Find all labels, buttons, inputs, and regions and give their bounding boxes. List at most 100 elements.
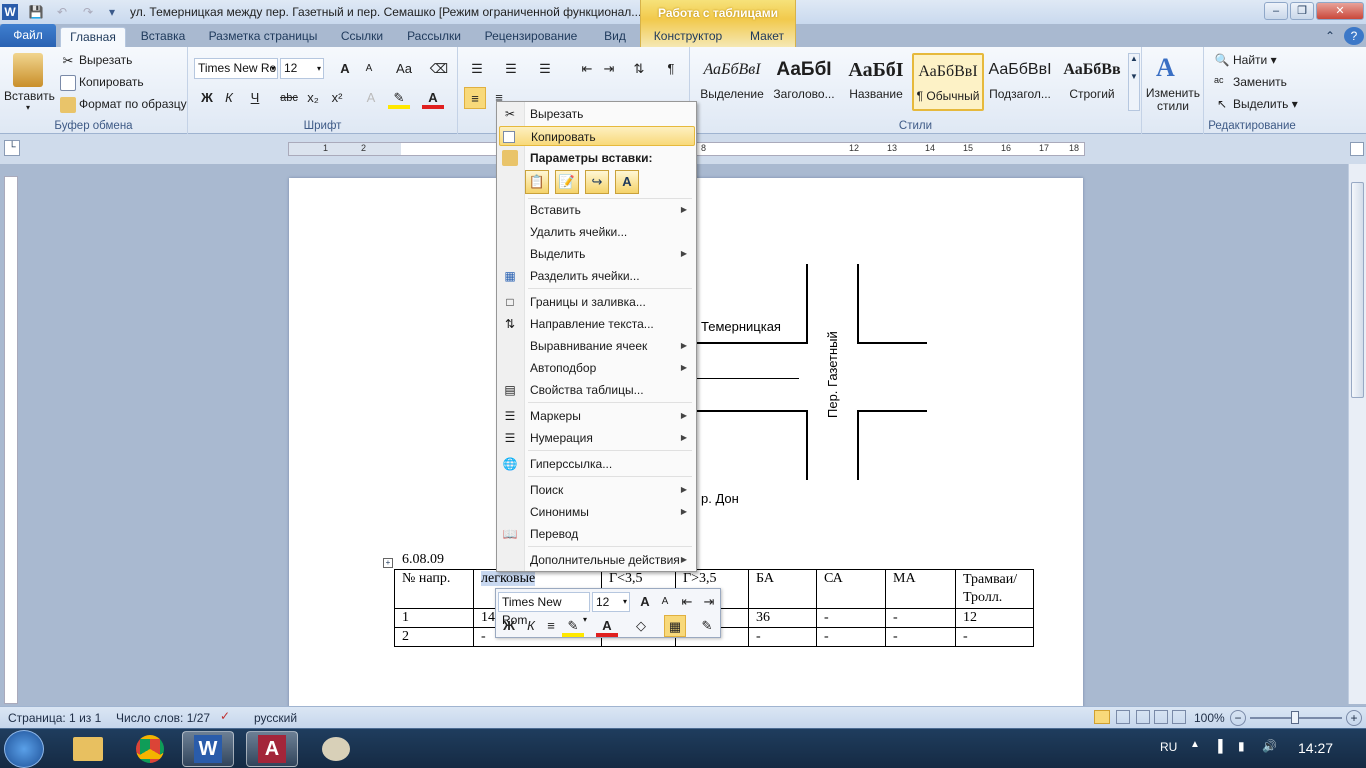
bold-button[interactable]: Ж	[196, 87, 218, 109]
table-move-handle-icon[interactable]: +	[383, 558, 393, 568]
tab-selector-icon[interactable]: └	[4, 140, 20, 156]
tab-home[interactable]: Главная	[60, 27, 126, 48]
explorer-taskbar-icon[interactable]	[62, 731, 114, 767]
zoom-in-icon[interactable]: +	[1346, 710, 1362, 726]
zoom-slider-thumb[interactable]	[1291, 711, 1299, 724]
word-count[interactable]: Число слов: 1/27	[116, 711, 210, 725]
tab-layout[interactable]: Макет	[740, 27, 794, 48]
find-button[interactable]: 🔍 Найти ▾	[1214, 53, 1277, 69]
clock[interactable]: 14:27	[1298, 740, 1333, 756]
replace-button[interactable]: ac Заменить	[1214, 75, 1287, 91]
underline-button[interactable]: Ч	[244, 87, 266, 109]
access-taskbar-icon[interactable]: A	[246, 731, 298, 767]
outline-icon[interactable]	[1154, 710, 1168, 724]
numbering-icon[interactable]: ☰	[500, 58, 522, 80]
customize-quick-access-icon[interactable]: ▾	[104, 4, 120, 20]
tab-insert[interactable]: Вставка	[134, 27, 192, 48]
style-title[interactable]: АаБбІ Название	[840, 53, 912, 111]
menu-borders-shading[interactable]: □ Границы и заливка...	[499, 292, 695, 312]
font-color-icon[interactable]: A	[422, 87, 444, 109]
table-cell[interactable]: -	[816, 608, 886, 628]
language-indicator[interactable]: русский	[254, 711, 297, 725]
table-cell[interactable]: Трамваи/ Тролл.	[955, 569, 1034, 609]
menu-table-properties[interactable]: ▤ Свойства таблицы...	[499, 380, 695, 400]
paint-taskbar-icon[interactable]	[310, 731, 362, 767]
table-cell[interactable]: 12	[955, 608, 1034, 628]
table-cell[interactable]: -	[885, 627, 956, 647]
tab-view[interactable]: Вид	[594, 27, 636, 48]
mini-italic-button[interactable]: К	[520, 615, 542, 637]
menu-paste[interactable]: Вставить ▶	[499, 200, 695, 220]
table-cell[interactable]: -	[816, 627, 886, 647]
superscript-button[interactable]: x²	[326, 87, 348, 109]
redo-icon[interactable]: ↷	[80, 4, 96, 20]
style-emphasis[interactable]: АаБбВвІ Выделение	[696, 53, 768, 111]
paste-text-only-icon[interactable]: A	[615, 170, 639, 194]
style-subtitle[interactable]: АаБбВвІ Подзагол...	[984, 53, 1056, 111]
mini-shrink-font-icon[interactable]: A	[654, 591, 676, 613]
highlight-icon[interactable]: ✎	[388, 87, 410, 109]
table-cell[interactable]: -	[885, 608, 956, 628]
subscript-button[interactable]: x₂	[302, 87, 324, 109]
mini-borders-icon[interactable]: ▦	[664, 615, 686, 637]
menu-delete-cells[interactable]: Удалить ячейки...	[499, 222, 695, 242]
menu-synonyms[interactable]: Синонимы ▶	[499, 502, 695, 522]
tab-mailings[interactable]: Рассылки	[400, 27, 468, 48]
save-icon[interactable]: 💾	[28, 4, 44, 20]
change-case-button[interactable]: Aa	[390, 58, 418, 80]
style-normal[interactable]: АаБбВвІ ¶ Обычный	[912, 53, 984, 111]
style-strong[interactable]: АаБбВв Строгий	[1056, 53, 1128, 111]
copy-button[interactable]: Копировать	[60, 75, 144, 91]
mini-highlight-icon[interactable]: ✎	[562, 615, 584, 637]
format-painter-button[interactable]: Формат по образцу	[60, 97, 187, 113]
menu-search[interactable]: Поиск ▶	[499, 480, 695, 500]
change-styles-button[interactable]: A Изменить стили	[1142, 47, 1204, 134]
menu-translate[interactable]: 📖 Перевод	[499, 524, 695, 544]
tab-review[interactable]: Рецензирование	[478, 27, 584, 48]
minimize-ribbon-icon[interactable]: ⌃	[1320, 27, 1340, 48]
bullets-icon[interactable]: ☰	[466, 58, 488, 80]
web-layout-icon[interactable]	[1136, 710, 1150, 724]
styles-scroll-icon[interactable]: ▲ ▼	[1128, 53, 1140, 111]
mini-grow-font-icon[interactable]: A	[634, 591, 656, 613]
word-app-icon[interactable]: W	[2, 4, 18, 20]
paste-keep-formatting-icon[interactable]: 📋	[525, 170, 549, 194]
word-taskbar-icon[interactable]: W	[182, 731, 234, 767]
paste-merge-formatting-icon[interactable]: 📝	[555, 170, 579, 194]
tab-design[interactable]: Конструктор	[646, 27, 730, 48]
menu-numbering[interactable]: ☰ Нумерация ▶	[499, 428, 695, 448]
shrink-font-button[interactable]: A	[358, 58, 380, 80]
paste-button[interactable]: Вставить ▾	[4, 51, 55, 117]
cut-button[interactable]: ✂ Вырезать	[60, 53, 133, 69]
strikethrough-button[interactable]: abc	[278, 87, 300, 109]
table-cell[interactable]: 1	[394, 608, 474, 628]
table-cell[interactable]: 2	[394, 627, 474, 647]
mini-font-color-icon[interactable]: A	[596, 615, 618, 637]
decrease-indent-icon[interactable]: ⇤	[576, 58, 598, 80]
print-layout-icon[interactable]	[1094, 710, 1110, 724]
help-icon[interactable]: ?	[1344, 27, 1364, 45]
clear-formatting-icon[interactable]: ⌫	[428, 58, 450, 80]
menu-split-cells[interactable]: ▦ Разделить ячейки...	[499, 266, 695, 286]
restore-button[interactable]: ❐	[1290, 2, 1314, 20]
chrome-taskbar-icon[interactable]	[124, 731, 176, 767]
mini-shading-icon[interactable]: ◇	[630, 615, 652, 637]
tab-page-layout[interactable]: Разметка страницы	[200, 27, 326, 48]
menu-cut[interactable]: ✂ Вырезать	[499, 104, 695, 124]
table-cell[interactable]: МА	[885, 569, 956, 609]
mini-decrease-indent-icon[interactable]: ⇤	[676, 591, 698, 613]
undo-icon[interactable]: ↶	[54, 4, 70, 20]
scroll-thumb[interactable]	[1351, 182, 1364, 398]
font-name-box[interactable]: Times New Ro ▾	[194, 58, 278, 79]
increase-indent-icon[interactable]: ⇥	[598, 58, 620, 80]
select-button[interactable]: ↖ Выделить ▾	[1214, 97, 1298, 113]
draft-icon[interactable]	[1172, 710, 1186, 724]
paste-link-icon[interactable]: ↪	[585, 170, 609, 194]
mini-font-size-box[interactable]: 12 ▾	[592, 592, 630, 612]
zoom-level[interactable]: 100%	[1194, 711, 1225, 725]
sort-icon[interactable]: ⇅	[628, 58, 650, 80]
volume-icon[interactable]: 🔊	[1262, 739, 1277, 753]
zoom-out-icon[interactable]: −	[1230, 710, 1246, 726]
mini-bold-button[interactable]: Ж	[498, 615, 520, 637]
table-cell[interactable]: СА	[816, 569, 886, 609]
